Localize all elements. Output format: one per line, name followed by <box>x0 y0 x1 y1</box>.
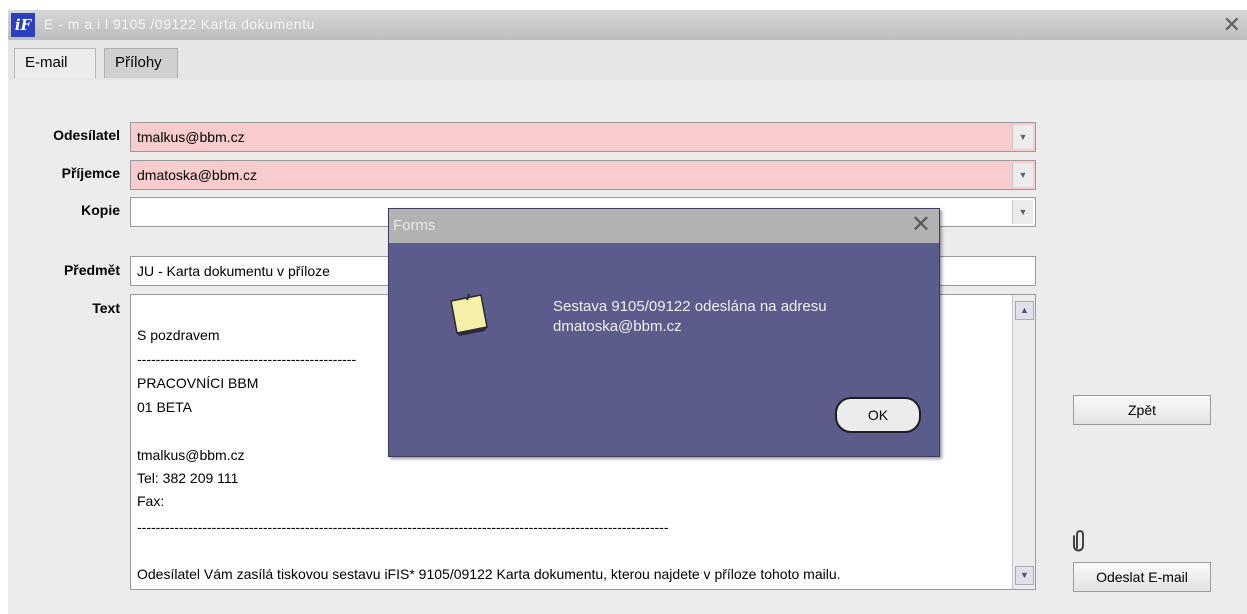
tab-strip <box>8 40 1247 80</box>
recipient-dropdown-arrow-icon[interactable]: ▼ <box>1012 163 1033 187</box>
scroll-up-icon[interactable]: ▲ <box>1015 301 1034 320</box>
dialog-message: Sestava 9105/09122 odeslána na adresu dm… <box>553 297 827 337</box>
text-label: Text <box>92 300 120 316</box>
text-line: PRACOVNÍCI BBM <box>137 375 259 391</box>
recipient-select[interactable]: dmatoska@bbm.cz ▼ <box>130 160 1036 190</box>
text-line: 01 BETA <box>137 399 192 415</box>
dialog-message-line2: dmatoska@bbm.cz <box>553 318 682 335</box>
subject-label: Předmět <box>63 262 120 278</box>
text-line: Fax: <box>137 493 165 509</box>
copy-dropdown-arrow-icon[interactable]: ▼ <box>1012 200 1033 224</box>
note-icon <box>447 291 491 337</box>
window-close-icon[interactable]: ✕ <box>1223 12 1241 38</box>
dialog-message-line1: Sestava 9105/09122 odeslána na adresu <box>553 298 827 315</box>
recipient-label: Příjemce <box>61 165 120 181</box>
sender-dropdown-arrow-icon[interactable]: ▼ <box>1012 125 1033 149</box>
text-line: S pozdravem <box>137 327 220 343</box>
dialog-titlebar[interactable]: Forms ✕ <box>389 209 939 243</box>
scroll-down-icon[interactable]: ▼ <box>1015 566 1034 585</box>
sender-label: Odesílatel <box>53 127 120 143</box>
dialog-title: Forms <box>393 217 436 234</box>
dialog-close-icon[interactable]: ✕ <box>911 211 931 239</box>
tab-prilohy[interactable]: Přílohy <box>104 48 178 78</box>
sender-select[interactable]: tmalkus@bbm.cz ▼ <box>130 122 1036 152</box>
send-email-button[interactable]: Odeslat E-mail <box>1073 562 1211 592</box>
text-scrollbar[interactable]: ▲ ▼ <box>1012 295 1035 589</box>
window-titlebar[interactable]: iF E - m a i l 9105 /09122 Karta dokumen… <box>8 10 1247 41</box>
paperclip-icon[interactable] <box>1071 528 1089 552</box>
text-line: Tel: 382 209 111 <box>137 470 239 486</box>
back-button[interactable]: Zpět <box>1073 395 1211 425</box>
text-line: tmalkus@bbm.cz <box>137 447 245 463</box>
forms-dialog: Forms ✕ Sestava 9105/09122 odeslána na a… <box>388 208 940 457</box>
sender-value: tmalkus@bbm.cz <box>137 129 245 145</box>
recipient-value: dmatoska@bbm.cz <box>137 167 258 183</box>
window-title: E - m a i l 9105 /09122 Karta dokumentu <box>44 16 315 32</box>
text-line: Odesílatel Vám zasílá tiskovou sestavu i… <box>137 566 841 582</box>
copy-label: Kopie <box>81 202 120 218</box>
text-line: ----------------------------------------… <box>137 519 669 535</box>
subject-value: JU - Karta dokumentu v příloze <box>137 263 330 279</box>
app-logo-icon: iF <box>11 13 35 37</box>
text-line: ----------------------------------------… <box>137 351 357 367</box>
ok-button[interactable]: OK <box>835 397 921 433</box>
tab-email[interactable]: E-mail <box>14 48 96 78</box>
